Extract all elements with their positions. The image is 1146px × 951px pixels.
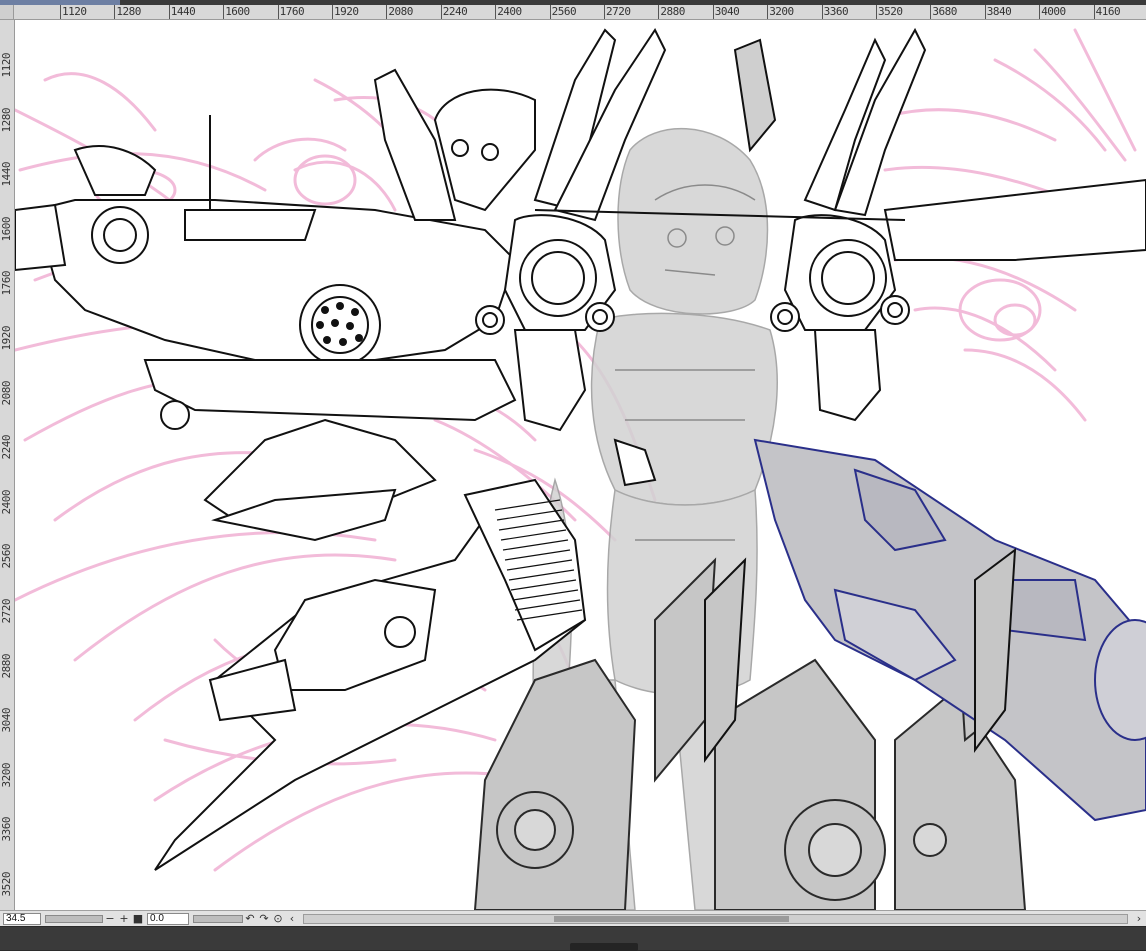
ruler-label-v: 3040	[0, 708, 13, 733]
ruler-label-v: 3200	[0, 762, 13, 788]
zoom-slider[interactable]	[45, 914, 103, 923]
ruler-label-h: 2720	[606, 5, 631, 18]
bottom-panel-bar	[0, 926, 1146, 951]
ruler-label-h: 2880	[660, 5, 685, 18]
ruler-label-h: 1600	[225, 5, 250, 18]
rotation-slider[interactable]	[193, 914, 243, 923]
ruler-tick	[277, 5, 279, 19]
ruler-label-h: 3200	[769, 5, 794, 18]
zoom-input[interactable]: 34.5	[3, 912, 41, 925]
ruler-tick	[168, 5, 170, 19]
ruler-label-h: 2240	[442, 5, 468, 18]
ruler-tick	[549, 5, 551, 19]
rotate-right-icon[interactable]: ↷	[257, 912, 271, 925]
ruler-label-v: 1440	[0, 162, 13, 187]
ruler-tick	[386, 5, 388, 19]
paint-app-window: 1120 1280 1440 1600 1760 1920 2080 2240 2400 2560…	[0, 0, 1146, 951]
ruler-corner	[0, 5, 14, 19]
ruler-tick	[767, 5, 769, 19]
ruler-label-h: 4000	[1041, 5, 1066, 18]
scrollbar-thumb[interactable]	[554, 915, 789, 922]
ruler-tick	[114, 5, 116, 19]
ruler-label-h: 1760	[279, 5, 305, 18]
scroll-left-icon[interactable]: ‹	[285, 912, 299, 925]
ruler-label-h: 1440	[170, 5, 196, 18]
ruler-label-h: 3040	[714, 5, 740, 18]
ruler-label-v: 1600	[0, 216, 13, 242]
ruler-tick	[1039, 5, 1041, 19]
ruler-tick	[930, 5, 932, 19]
ruler-tick	[876, 5, 877, 19]
ruler-tick	[332, 5, 333, 19]
ruler-tick	[984, 5, 986, 19]
ruler-label-v: 3360	[0, 817, 13, 842]
artwork-illustration	[15, 27, 1146, 910]
ruler-tick	[440, 5, 442, 19]
ruler-label-v: 2720	[0, 599, 13, 624]
ruler-label-h: 1920	[334, 5, 359, 18]
ruler-label-h: 3840	[986, 5, 1012, 18]
ruler-label-v: 1120	[0, 53, 13, 78]
reset-rotation-icon[interactable]: ⊙	[271, 912, 285, 925]
fit-view-button[interactable]: ■	[131, 912, 145, 925]
scroll-right-icon[interactable]: ›	[1132, 912, 1146, 925]
ruler-tick	[821, 5, 823, 19]
ruler-tick	[712, 5, 714, 19]
ruler-tick	[1093, 5, 1095, 19]
ruler-label-v: 1760	[0, 271, 13, 296]
ruler-label-h: 3680	[932, 5, 957, 18]
ruler-tick	[60, 5, 61, 19]
zoom-in-button[interactable]: +	[117, 912, 131, 925]
horizontal-scrollbar[interactable]	[303, 913, 1128, 924]
ruler-label-v: 1920	[0, 326, 13, 351]
ruler-label-h: 1120	[62, 5, 87, 18]
ruler-label-h: 2400	[497, 5, 522, 18]
ruler-label-h: 1280	[116, 5, 141, 18]
canvas-status-bar: 34.5 − + ■ 0.0 ↶ ↷ ⊙ ‹ ›	[0, 910, 1146, 926]
ruler-label-h: 2080	[388, 5, 413, 18]
ruler-label-h: 4160	[1095, 5, 1121, 18]
ruler-label-v: 2880	[0, 653, 13, 679]
ruler-tick	[495, 5, 497, 19]
ruler-label-v: 2080	[0, 380, 13, 406]
ruler-label-v: 2560	[0, 544, 13, 569]
ruler-tick	[658, 5, 660, 19]
ruler-label-h: 3360	[823, 5, 849, 18]
rotate-left-icon[interactable]: ↶	[243, 912, 257, 925]
ruler-label-v: 3520	[0, 872, 13, 897]
drawing-canvas[interactable]	[15, 20, 1146, 910]
ruler-label-h: 3520	[878, 5, 903, 18]
ruler-tick	[604, 5, 605, 19]
zoom-out-button[interactable]: −	[103, 912, 117, 925]
ruler-label-v: 2400	[0, 489, 13, 515]
ruler-tick	[223, 5, 225, 19]
vertical-ruler[interactable]: 1120 1280 1440 1600 1760 1920 2080 2240 2400 2560…	[0, 20, 15, 910]
ruler-label-v: 2240	[0, 435, 13, 460]
ruler-label-h: 2560	[551, 5, 577, 18]
horizontal-ruler[interactable]: 1120 1280 1440 1600 1760 1920 2080 2240 2400 2560…	[0, 5, 1146, 20]
rotation-input[interactable]: 0.0	[147, 912, 189, 925]
ruler-label-v: 1280	[0, 107, 13, 133]
